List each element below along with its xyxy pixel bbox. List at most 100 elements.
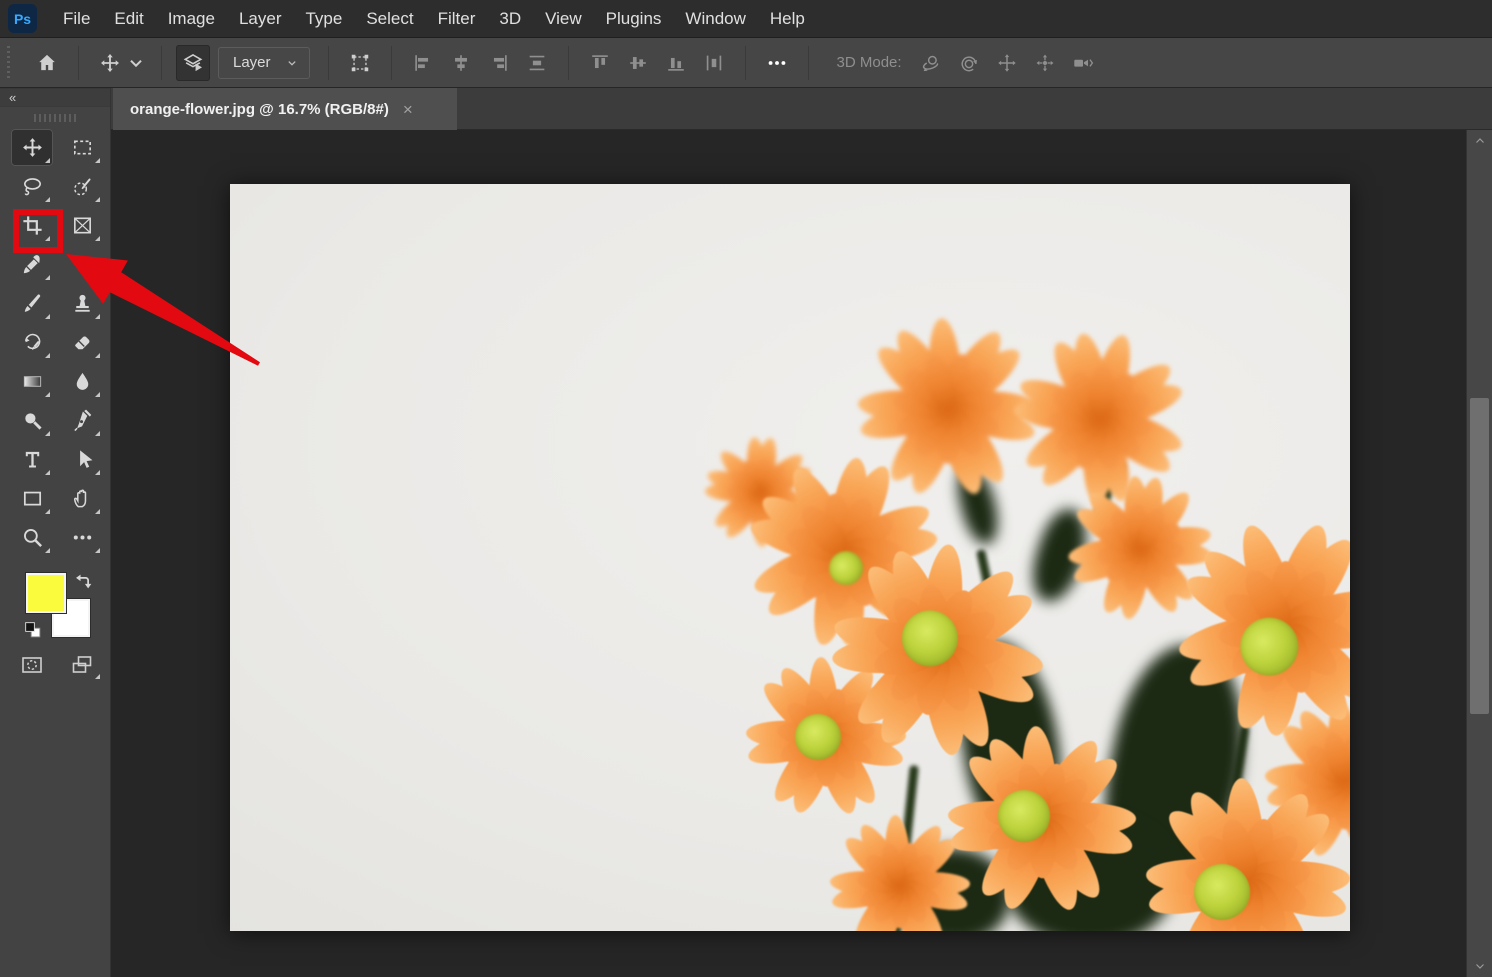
3d-orbit-icon[interactable]	[914, 45, 948, 81]
options-separator	[78, 46, 79, 80]
tool-lasso-button[interactable]	[11, 168, 53, 205]
menu-item-layer[interactable]: Layer	[227, 0, 294, 38]
menu-item-window[interactable]: Window	[673, 0, 757, 38]
tool-rectangle-button[interactable]	[11, 480, 53, 517]
menu-item-plugins[interactable]: Plugins	[594, 0, 674, 38]
menu-item-type[interactable]: Type	[293, 0, 354, 38]
workspace	[111, 130, 1466, 977]
chevron-down-icon[interactable]	[125, 45, 147, 81]
rectangle-icon	[21, 487, 44, 510]
edit-toolbar-icon	[71, 526, 94, 549]
menu-item-filter[interactable]: Filter	[426, 0, 488, 38]
dropdown-selected-value: Layer	[233, 54, 271, 71]
menu-item-3d[interactable]: 3D	[487, 0, 533, 38]
gradient-icon	[21, 370, 44, 393]
menu-item-image[interactable]: Image	[156, 0, 227, 38]
transform-controls-icon[interactable]	[343, 45, 377, 81]
scroll-up-icon[interactable]	[1467, 133, 1492, 149]
options-separator	[808, 46, 809, 80]
options-separator	[161, 46, 162, 80]
screen-mode-button[interactable]	[62, 649, 102, 681]
type-icon	[21, 448, 44, 471]
tool-spot-healing-brush-button[interactable]	[61, 246, 103, 283]
tool-path-selection-button[interactable]	[61, 441, 103, 478]
align-top-edges-icon[interactable]	[583, 45, 617, 81]
tool-quick-selection-button[interactable]	[61, 168, 103, 205]
options-bar-grip[interactable]	[7, 46, 10, 80]
tool-hand-button[interactable]	[61, 480, 103, 517]
brush-icon	[21, 292, 44, 315]
tool-move-button[interactable]	[11, 129, 53, 166]
photoshop-logo: Ps	[8, 4, 37, 33]
tool-edit-toolbar-button[interactable]	[61, 519, 103, 556]
tool-type-button[interactable]	[11, 441, 53, 478]
align-bottom-edges-icon[interactable]	[659, 45, 693, 81]
tools-panel: «	[0, 88, 111, 977]
auto-select-layers-icon[interactable]	[176, 45, 210, 81]
scroll-down-icon[interactable]	[1467, 958, 1492, 974]
close-tab-icon[interactable]: ×	[403, 101, 413, 118]
history-brush-icon	[21, 331, 44, 354]
default-colors-icon[interactable]	[22, 619, 44, 641]
swap-colors-icon[interactable]	[72, 571, 94, 593]
frame-icon	[71, 214, 94, 237]
tool-eraser-button[interactable]	[61, 324, 103, 361]
vertical-scrollbar-thumb[interactable]	[1470, 398, 1489, 714]
options-separator	[391, 46, 392, 80]
home-icon[interactable]	[30, 45, 64, 81]
3d-pan-icon[interactable]	[990, 45, 1024, 81]
auto-select-target-dropdown[interactable]: Layer	[218, 47, 310, 79]
tool-crop-button[interactable]	[11, 207, 53, 244]
more-options-icon[interactable]	[760, 45, 794, 81]
move-icon[interactable]	[93, 45, 127, 81]
menu-item-view[interactable]: View	[533, 0, 594, 38]
tool-gradient-button[interactable]	[11, 363, 53, 400]
tool-clone-stamp-button[interactable]	[61, 285, 103, 322]
tool-zoom-button[interactable]	[11, 519, 53, 556]
3d-slide-icon[interactable]	[1028, 45, 1062, 81]
tool-frame-button[interactable]	[61, 207, 103, 244]
document-tab-bar: orange-flower.jpg @ 16.7% (RGB/8#) ×	[111, 88, 1492, 130]
tool-pen-button[interactable]	[61, 402, 103, 439]
dodge-icon	[21, 409, 44, 432]
move-icon	[21, 136, 44, 159]
align-right-edges-icon[interactable]	[482, 45, 516, 81]
spot-healing-brush-icon	[71, 253, 94, 276]
align-vertical-centers-icon[interactable]	[621, 45, 655, 81]
distribute-horizontally-icon[interactable]	[697, 45, 731, 81]
menu-item-help[interactable]: Help	[758, 0, 817, 38]
eraser-icon	[71, 331, 94, 354]
clone-stamp-icon	[71, 292, 94, 315]
menu-item-file[interactable]: File	[51, 0, 102, 38]
collapse-panel-button[interactable]: «	[0, 90, 17, 105]
tools-panel-drag-handle[interactable]	[0, 107, 110, 121]
document-tab[interactable]: orange-flower.jpg @ 16.7% (RGB/8#) ×	[113, 88, 457, 130]
rectangular-marquee-icon	[71, 136, 94, 159]
flower-center	[998, 790, 1050, 842]
tool-rectangular-marquee-button[interactable]	[61, 129, 103, 166]
vertical-scrollbar	[1466, 130, 1492, 977]
3d-dolly-camera-icon[interactable]	[1066, 45, 1100, 81]
tool-eyedropper-button[interactable]	[11, 246, 53, 283]
menu-bar: Ps FileEditImageLayerTypeSelectFilter3DV…	[0, 0, 1492, 38]
canvas-image[interactable]	[230, 184, 1350, 931]
eyedropper-icon	[21, 253, 44, 276]
3d-roll-icon[interactable]	[952, 45, 986, 81]
options-separator	[328, 46, 329, 80]
tool-brush-button[interactable]	[11, 285, 53, 322]
align-horizontal-centers-icon[interactable]	[444, 45, 478, 81]
tool-history-brush-button[interactable]	[11, 324, 53, 361]
menu-item-select[interactable]: Select	[354, 0, 425, 38]
options-separator	[745, 46, 746, 80]
blur-icon	[71, 370, 94, 393]
quick-selection-icon	[71, 175, 94, 198]
quick-mask-button[interactable]	[12, 649, 52, 681]
distribute-vertically-icon[interactable]	[520, 45, 554, 81]
foreground-color-swatch[interactable]	[26, 573, 66, 613]
tool-blur-button[interactable]	[61, 363, 103, 400]
menu-item-edit[interactable]: Edit	[102, 0, 155, 38]
tool-dodge-button[interactable]	[11, 402, 53, 439]
photoshop-window: Ps FileEditImageLayerTypeSelectFilter3DV…	[0, 0, 1492, 977]
path-selection-icon	[71, 448, 94, 471]
align-left-edges-icon[interactable]	[406, 45, 440, 81]
